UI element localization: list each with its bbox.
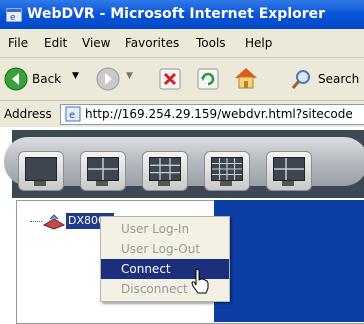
layout-1-icon xyxy=(25,157,57,181)
layout-4-button[interactable] xyxy=(80,151,126,191)
video-panel xyxy=(214,200,364,322)
back-label: Back xyxy=(32,72,62,86)
stop-icon[interactable] xyxy=(158,67,182,91)
back-button[interactable]: Back ▼ xyxy=(4,67,88,91)
menu-file[interactable]: File xyxy=(8,36,28,50)
layout-1-button[interactable] xyxy=(18,151,64,191)
layout-toolbar xyxy=(4,137,364,191)
layout-9-button[interactable] xyxy=(142,151,188,191)
menu-tools[interactable]: Tools xyxy=(196,36,226,50)
layout-4-icon xyxy=(87,157,119,181)
layout-16-icon xyxy=(211,157,243,181)
title-bar: e WebDVR - Microsoft Internet Explorer xyxy=(0,0,364,29)
layout-16-button[interactable] xyxy=(204,151,250,191)
menu-item-user-log-out[interactable]: User Log-Out xyxy=(101,239,229,259)
address-input[interactable]: e http://169.254.29.159/webdvr.html?site… xyxy=(60,104,364,125)
window-title: WebDVR - Microsoft Internet Explorer xyxy=(27,6,326,22)
context-menu: User Log-In User Log-Out Connect Disconn… xyxy=(100,216,230,302)
forward-button[interactable]: ▼ xyxy=(96,67,144,91)
dvr-device-icon xyxy=(42,214,66,230)
page-icon: e xyxy=(65,106,81,122)
home-icon[interactable] xyxy=(232,65,260,91)
menu-edit[interactable]: Edit xyxy=(44,36,67,50)
ie-app-icon: e xyxy=(6,8,22,23)
forward-dropdown-icon[interactable]: ▼ xyxy=(126,71,133,81)
menu-favorites[interactable]: Favorites xyxy=(125,36,179,50)
layout-more-icon xyxy=(273,157,305,181)
menu-help[interactable]: Help xyxy=(245,36,272,50)
refresh-icon[interactable] xyxy=(196,67,220,91)
search-label: Search xyxy=(318,72,360,86)
layout-9-icon xyxy=(149,157,181,181)
forward-icon xyxy=(96,67,120,91)
tree-connector xyxy=(30,221,42,222)
menu-bar: File Edit View Favorites Tools Help xyxy=(0,29,364,58)
svg-text:e: e xyxy=(10,13,16,23)
back-icon xyxy=(4,67,28,91)
menu-item-user-log-in[interactable]: User Log-In xyxy=(101,219,229,239)
search-icon xyxy=(291,70,310,89)
menu-view[interactable]: View xyxy=(82,36,110,50)
address-bar: Address e http://169.254.29.159/webdvr.h… xyxy=(0,101,364,127)
search-button[interactable]: Search xyxy=(290,67,364,91)
layout-more-button[interactable] xyxy=(266,151,312,191)
address-url: http://169.254.29.159/webdvr.html?siteco… xyxy=(85,107,353,121)
address-label: Address xyxy=(4,107,52,121)
back-dropdown-icon[interactable]: ▼ xyxy=(72,71,79,81)
hand-cursor-icon xyxy=(191,268,209,294)
standard-toolbar: Back ▼ ▼ Search xyxy=(0,58,364,101)
svg-text:e: e xyxy=(69,110,75,121)
